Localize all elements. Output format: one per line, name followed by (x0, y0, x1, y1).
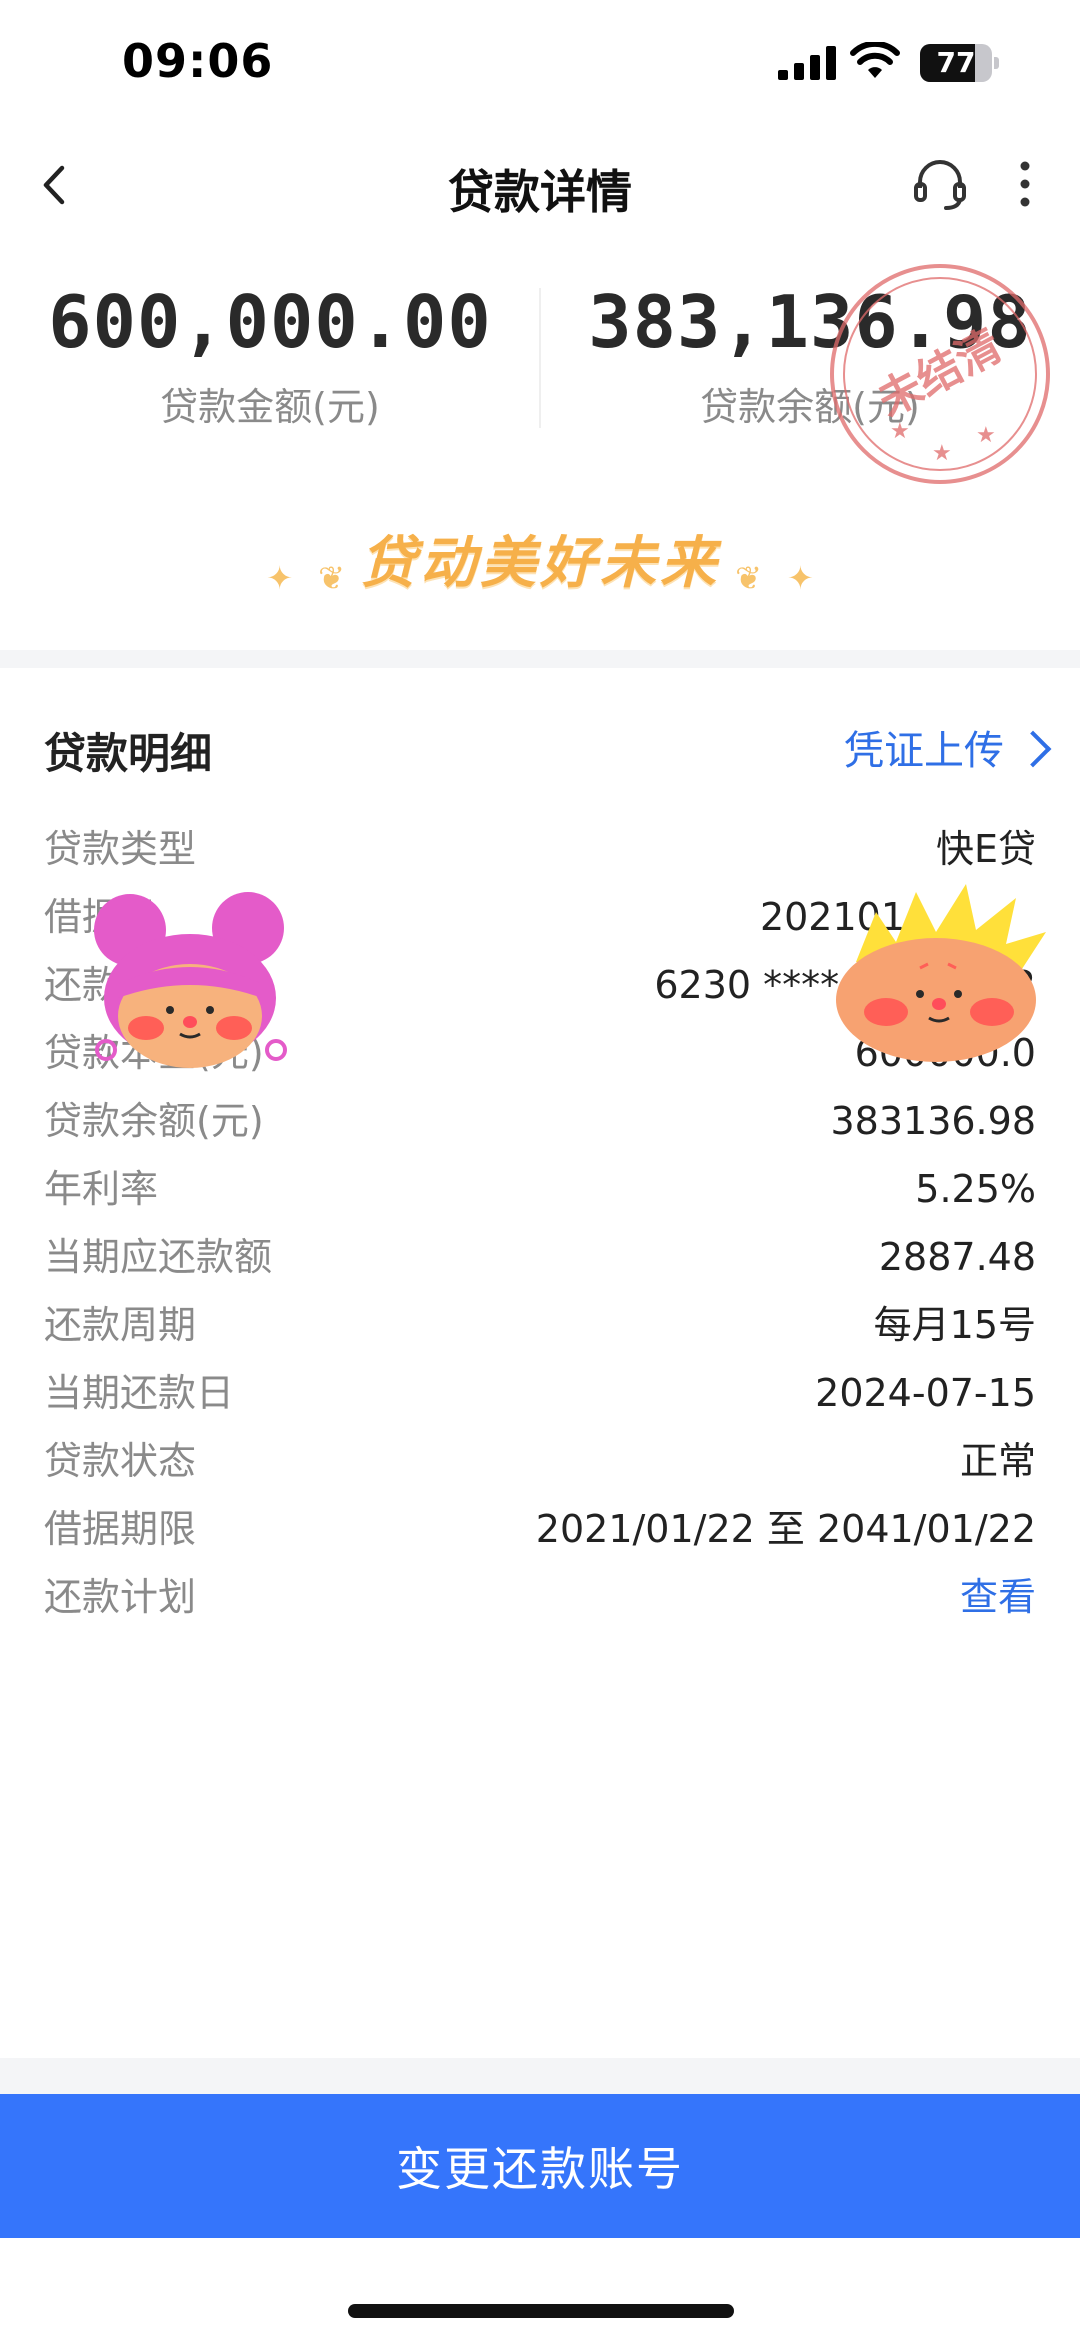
detail-value: 2024-07-15 (815, 1371, 1036, 1415)
detail-label: 借据期限 (44, 1507, 197, 1551)
detail-row-loan-status: 贷款状态 正常 (0, 1427, 1080, 1495)
detail-label: 还款周期 (44, 1303, 197, 1347)
battery-body: 77 (920, 44, 992, 82)
loan-summary: 600,000.00 贷款金额(元) 383,136.98 贷款余额(元) 未结… (0, 240, 1080, 650)
stamp-text: 未结清 (870, 320, 1010, 427)
laurel-left-icon: ❦ (318, 558, 345, 597)
loan-amount-value: 600,000.00 (48, 280, 492, 364)
upload-voucher-label: 凭证上传 (844, 728, 1004, 774)
girl-sticker-icon (94, 892, 287, 1068)
loan-details-card: 贷款明细 凭证上传 贷款类型 快E贷 借据号 202101 还款账号 6230 … (0, 668, 1080, 2058)
upload-voucher-link[interactable]: 凭证上传 (844, 718, 1052, 776)
detail-value: 正常 (959, 1439, 1036, 1483)
detail-label: 年利率 (44, 1167, 159, 1211)
detail-value: 5.25% (915, 1167, 1036, 1211)
detail-row-repayment-cycle: 还款周期 每月15号 (0, 1291, 1080, 1359)
svg-text:★: ★ (932, 441, 952, 466)
detail-label: 当期应还款额 (44, 1235, 273, 1279)
battery-level: 77 (936, 46, 976, 79)
wifi-icon (850, 42, 900, 78)
svg-text:★: ★ (976, 423, 996, 448)
detail-row-due-date: 当期还款日 2024-07-15 (0, 1359, 1080, 1427)
slogan-banner: ✦ ❦ 贷动美好未来 ❦ ✦ (0, 518, 1080, 599)
slogan-text: 贷动美好未来 (360, 531, 720, 596)
loan-amount-label: 贷款金额(元) (160, 385, 380, 429)
boy-sticker-icon (836, 884, 1046, 1062)
detail-label: 贷款状态 (44, 1439, 197, 1483)
sparkle-icon: ✦ (787, 558, 814, 597)
view-plan-link[interactable]: 查看 (960, 1563, 1036, 1631)
detail-label: 贷款类型 (44, 827, 197, 871)
detail-row-balance: 贷款余额(元) 383136.98 (0, 1087, 1080, 1155)
battery-indicator: 77 (920, 44, 1000, 82)
battery-cap (994, 57, 999, 69)
cellular-signal-icon (778, 46, 836, 80)
detail-row-term: 借据期限 2021/01/22 至 2041/01/22 (0, 1495, 1080, 1563)
change-repayment-account-button[interactable]: 变更还款账号 (0, 2094, 1080, 2238)
status-bar: 09:06 77 (0, 0, 1080, 130)
unsettled-stamp: 未结清 ★ ★ ★ (830, 264, 1050, 484)
status-time: 09:06 (122, 34, 274, 88)
detail-label: 当期还款日 (44, 1371, 235, 1415)
sparkle-icon: ✦ (266, 558, 293, 597)
detail-value: 2887.48 (878, 1235, 1036, 1279)
laurel-right-icon: ❦ (735, 558, 762, 597)
detail-value: 2021/01/22 至 2041/01/22 (535, 1507, 1036, 1551)
detail-value: 每月15号 (873, 1303, 1036, 1347)
detail-label: 贷款余额(元) (44, 1099, 264, 1143)
more-icon[interactable] (1005, 154, 1045, 214)
detail-row-repayment-plan[interactable]: 还款计划 查看 (0, 1563, 1080, 1631)
detail-value: 383136.98 (830, 1099, 1037, 1143)
nav-bar: 贷款详情 (0, 130, 1080, 240)
headset-icon[interactable] (910, 154, 970, 214)
home-indicator[interactable] (348, 2304, 734, 2318)
chevron-right-icon (1014, 730, 1052, 768)
detail-label: 还款计划 (44, 1575, 197, 1619)
details-title: 贷款明细 (44, 729, 213, 778)
detail-row-annual-rate: 年利率 5.25% (0, 1155, 1080, 1223)
loan-amount-block: 600,000.00 贷款金额(元) (0, 280, 540, 431)
home-area (0, 2238, 1080, 2337)
detail-row-current-due: 当期应还款额 2887.48 (0, 1223, 1080, 1291)
svg-text:★: ★ (890, 419, 910, 444)
